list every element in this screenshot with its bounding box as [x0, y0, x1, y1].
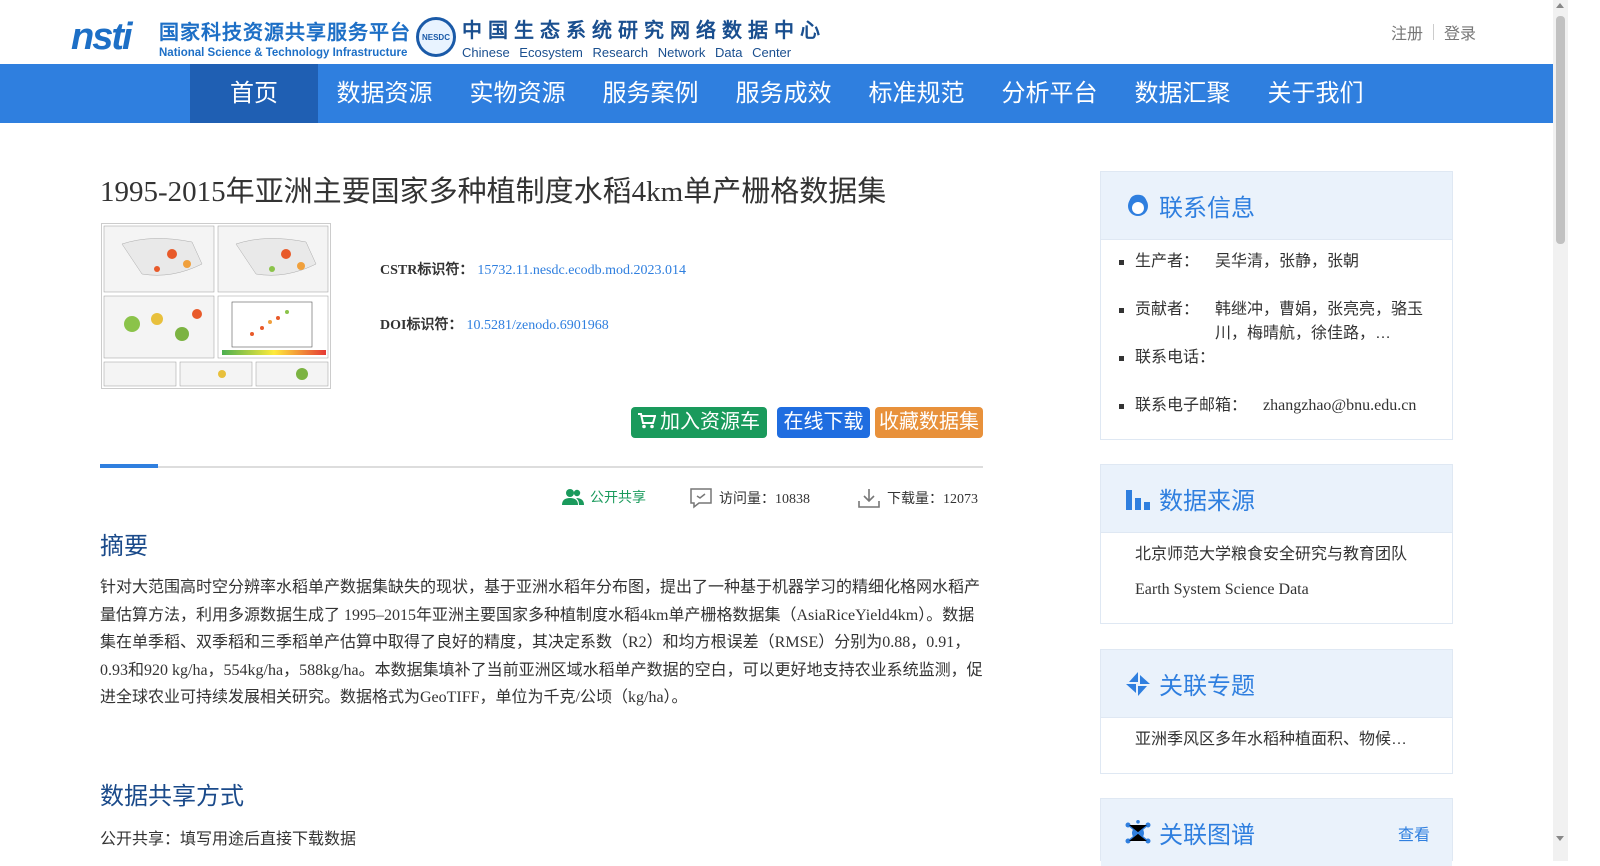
contact-email-label: 联系电子邮箱： [1135, 397, 1248, 414]
auth-divider [1433, 24, 1435, 40]
add-to-cart-label: 加入资源车 [660, 411, 760, 433]
share-method-text: 公开共享：填写用途后直接下载数据 [100, 831, 357, 848]
contact-producer-value: 吴华清，张静，张朝 [1215, 253, 1360, 270]
nav-item-data-aggregation[interactable]: 数据汇聚 [1116, 64, 1249, 123]
site-header: nsti 国家科技资源共享服务平台 National Science & Tec… [0, 0, 1585, 64]
contact-phone-label: 联系电话： [1135, 349, 1216, 366]
stat-downloads: 下载量：12073 [857, 487, 978, 509]
contact-info-header: 联系信息 [1101, 172, 1452, 240]
contact-contributors-value: 韩继冲，曹娟，张亮亮，骆玉川，梅晴航，徐佳路，… [1215, 301, 1424, 342]
data-source-card: 数据来源 北京师范大学粮食安全研究与教育团队 Earth System Scie… [1100, 464, 1453, 624]
auth-links: 注册 登录 [1391, 20, 1476, 44]
online-download-button[interactable]: 在线下载 [777, 407, 870, 438]
active-tab-indicator [100, 464, 158, 468]
scroll-down-icon[interactable] [1556, 836, 1564, 841]
stat-downloads-label: 下载量：12073 [887, 492, 978, 507]
scroll-up-icon[interactable] [1556, 3, 1564, 8]
contact-phone: 联系电话： [1101, 346, 1452, 394]
related-topic-header: 关联专题 [1101, 650, 1452, 718]
nsti-logo-mark: nsti [71, 15, 133, 58]
contact-info-title: 联系信息 [1159, 195, 1255, 222]
cstr-link[interactable]: 15732.11.nesdc.ecodb.mod.2023.014 [477, 263, 686, 278]
view-graph-link[interactable]: 查看 [1398, 821, 1430, 845]
bar-chart-icon [1126, 489, 1150, 510]
stat-public-share-label: 公开共享 [590, 489, 646, 505]
download-icon [858, 489, 880, 508]
abstract-text: 针对大范围高时空分辨率水稻单产数据集缺失的现状，基于亚洲水稻年分布图，提出了一种… [100, 579, 983, 706]
data-source-header: 数据来源 [1101, 465, 1452, 533]
nav-item-about-us[interactable]: 关于我们 [1249, 64, 1382, 123]
dataset-title: 1995-2015年亚洲主要国家多种植制度水稻4km单产栅格数据集 [100, 176, 887, 208]
dataset-thumbnail[interactable] [101, 223, 331, 389]
login-link[interactable]: 登录 [1444, 20, 1476, 44]
contact-email: 联系电子邮箱： zhangzhao@bnu.edu.cn [1101, 394, 1452, 442]
customer-service-icon [1128, 194, 1148, 216]
nesdc-logo-en: Chinese Ecosystem Research Network Data … [462, 45, 792, 60]
nav-item-service-results[interactable]: 服务成效 [717, 64, 850, 123]
related-topic-link[interactable]: 亚洲季风区多年水稻种植面积、物候… [1101, 728, 1452, 752]
nsti-logo[interactable]: nsti 国家科技资源共享服务平台 National Science & Tec… [71, 14, 411, 60]
related-topic-card: 关联专题 亚洲季风区多年水稻种植面积、物候… [1100, 649, 1453, 774]
favorite-dataset-button[interactable]: 收藏数据集 [875, 407, 983, 438]
nav-item-data-resources[interactable]: 数据资源 [318, 64, 451, 123]
graph-network-icon [1125, 819, 1151, 843]
contact-email-value[interactable]: zhangzhao@bnu.edu.cn [1263, 394, 1416, 442]
contact-info-card: 联系信息 生产者： 吴华清，张静，张朝 贡献者： 韩继冲，曹娟，张亮亮，骆玉川，梅晴… [1100, 171, 1453, 440]
users-icon [562, 489, 584, 505]
doi-identifier: DOI标识符： 10.5281/zenodo.6901968 [380, 314, 609, 334]
related-graph-card: 关联图谱 查看 [1100, 798, 1453, 866]
page-scrollbar[interactable] [1553, 0, 1568, 861]
share-method-heading: 数据共享方式 [100, 783, 244, 810]
cstr-identifier: CSTR标识符： 15732.11.nesdc.ecodb.mod.2023.01… [380, 259, 686, 279]
shopping-cart-icon [638, 413, 657, 429]
data-source-item: Earth System Science Data [1135, 581, 1309, 598]
related-graph-title: 关联图谱 [1159, 822, 1255, 849]
contact-contributors: 贡献者： 韩继冲，曹娟，张亮亮，骆玉川，梅晴航，徐佳路，… [1101, 298, 1452, 346]
nav-item-service-cases[interactable]: 服务案例 [584, 64, 717, 123]
contact-contributors-label: 贡献者： [1135, 301, 1200, 318]
topic-arrows-icon [1126, 671, 1150, 696]
nav-item-analysis-platform[interactable]: 分析平台 [983, 64, 1116, 123]
contact-producer: 生产者： 吴华清，张静，张朝 [1101, 250, 1452, 298]
related-topic-title: 关联专题 [1159, 673, 1255, 700]
contact-producer-label: 生产者： [1135, 253, 1200, 270]
related-graph-header: 关联图谱 查看 [1101, 799, 1452, 866]
stat-public-share: 公开共享 [562, 487, 646, 507]
scrollbar-thumb[interactable] [1556, 16, 1565, 244]
data-source-title: 数据来源 [1159, 488, 1255, 515]
register-link[interactable]: 注册 [1391, 20, 1423, 44]
content-tab-bar [100, 464, 983, 468]
nsti-logo-en: National Science & Technology Infrastruc… [159, 46, 408, 59]
stat-visits-label: 访问量：10838 [719, 492, 810, 507]
nesdc-logo[interactable]: NESDC 中国生态系统研究网络数据中心 Chinese Ecosystem R… [416, 14, 836, 60]
add-to-cart-button[interactable]: 加入资源车 [631, 407, 767, 438]
doi-link[interactable]: 10.5281/zenodo.6901968 [466, 318, 608, 333]
doi-label: DOI标识符： [380, 318, 463, 333]
nsti-logo-cn: 国家科技资源共享服务平台 [159, 21, 411, 44]
main-nav: 首页 数据资源 实物资源 服务案例 服务成效 标准规范 分析平台 数据汇聚 关于… [0, 64, 1553, 123]
nav-item-physical-resources[interactable]: 实物资源 [451, 64, 584, 123]
nesdc-badge-icon: NESDC [416, 17, 456, 57]
cstr-label: CSTR标识符： [380, 263, 474, 278]
data-source-item: 北京师范大学粮食安全研究与教育团队 [1135, 546, 1408, 563]
nesdc-logo-cn: 中国生态系统研究网络数据中心 [462, 20, 826, 42]
stat-visits: 访问量：10838 [689, 487, 810, 509]
nav-item-home[interactable]: 首页 [190, 64, 318, 123]
nav-item-standards[interactable]: 标准规范 [850, 64, 983, 123]
rice-yield-maps-image [103, 225, 329, 387]
comment-icon [690, 488, 712, 509]
abstract-heading: 摘要 [100, 533, 148, 560]
